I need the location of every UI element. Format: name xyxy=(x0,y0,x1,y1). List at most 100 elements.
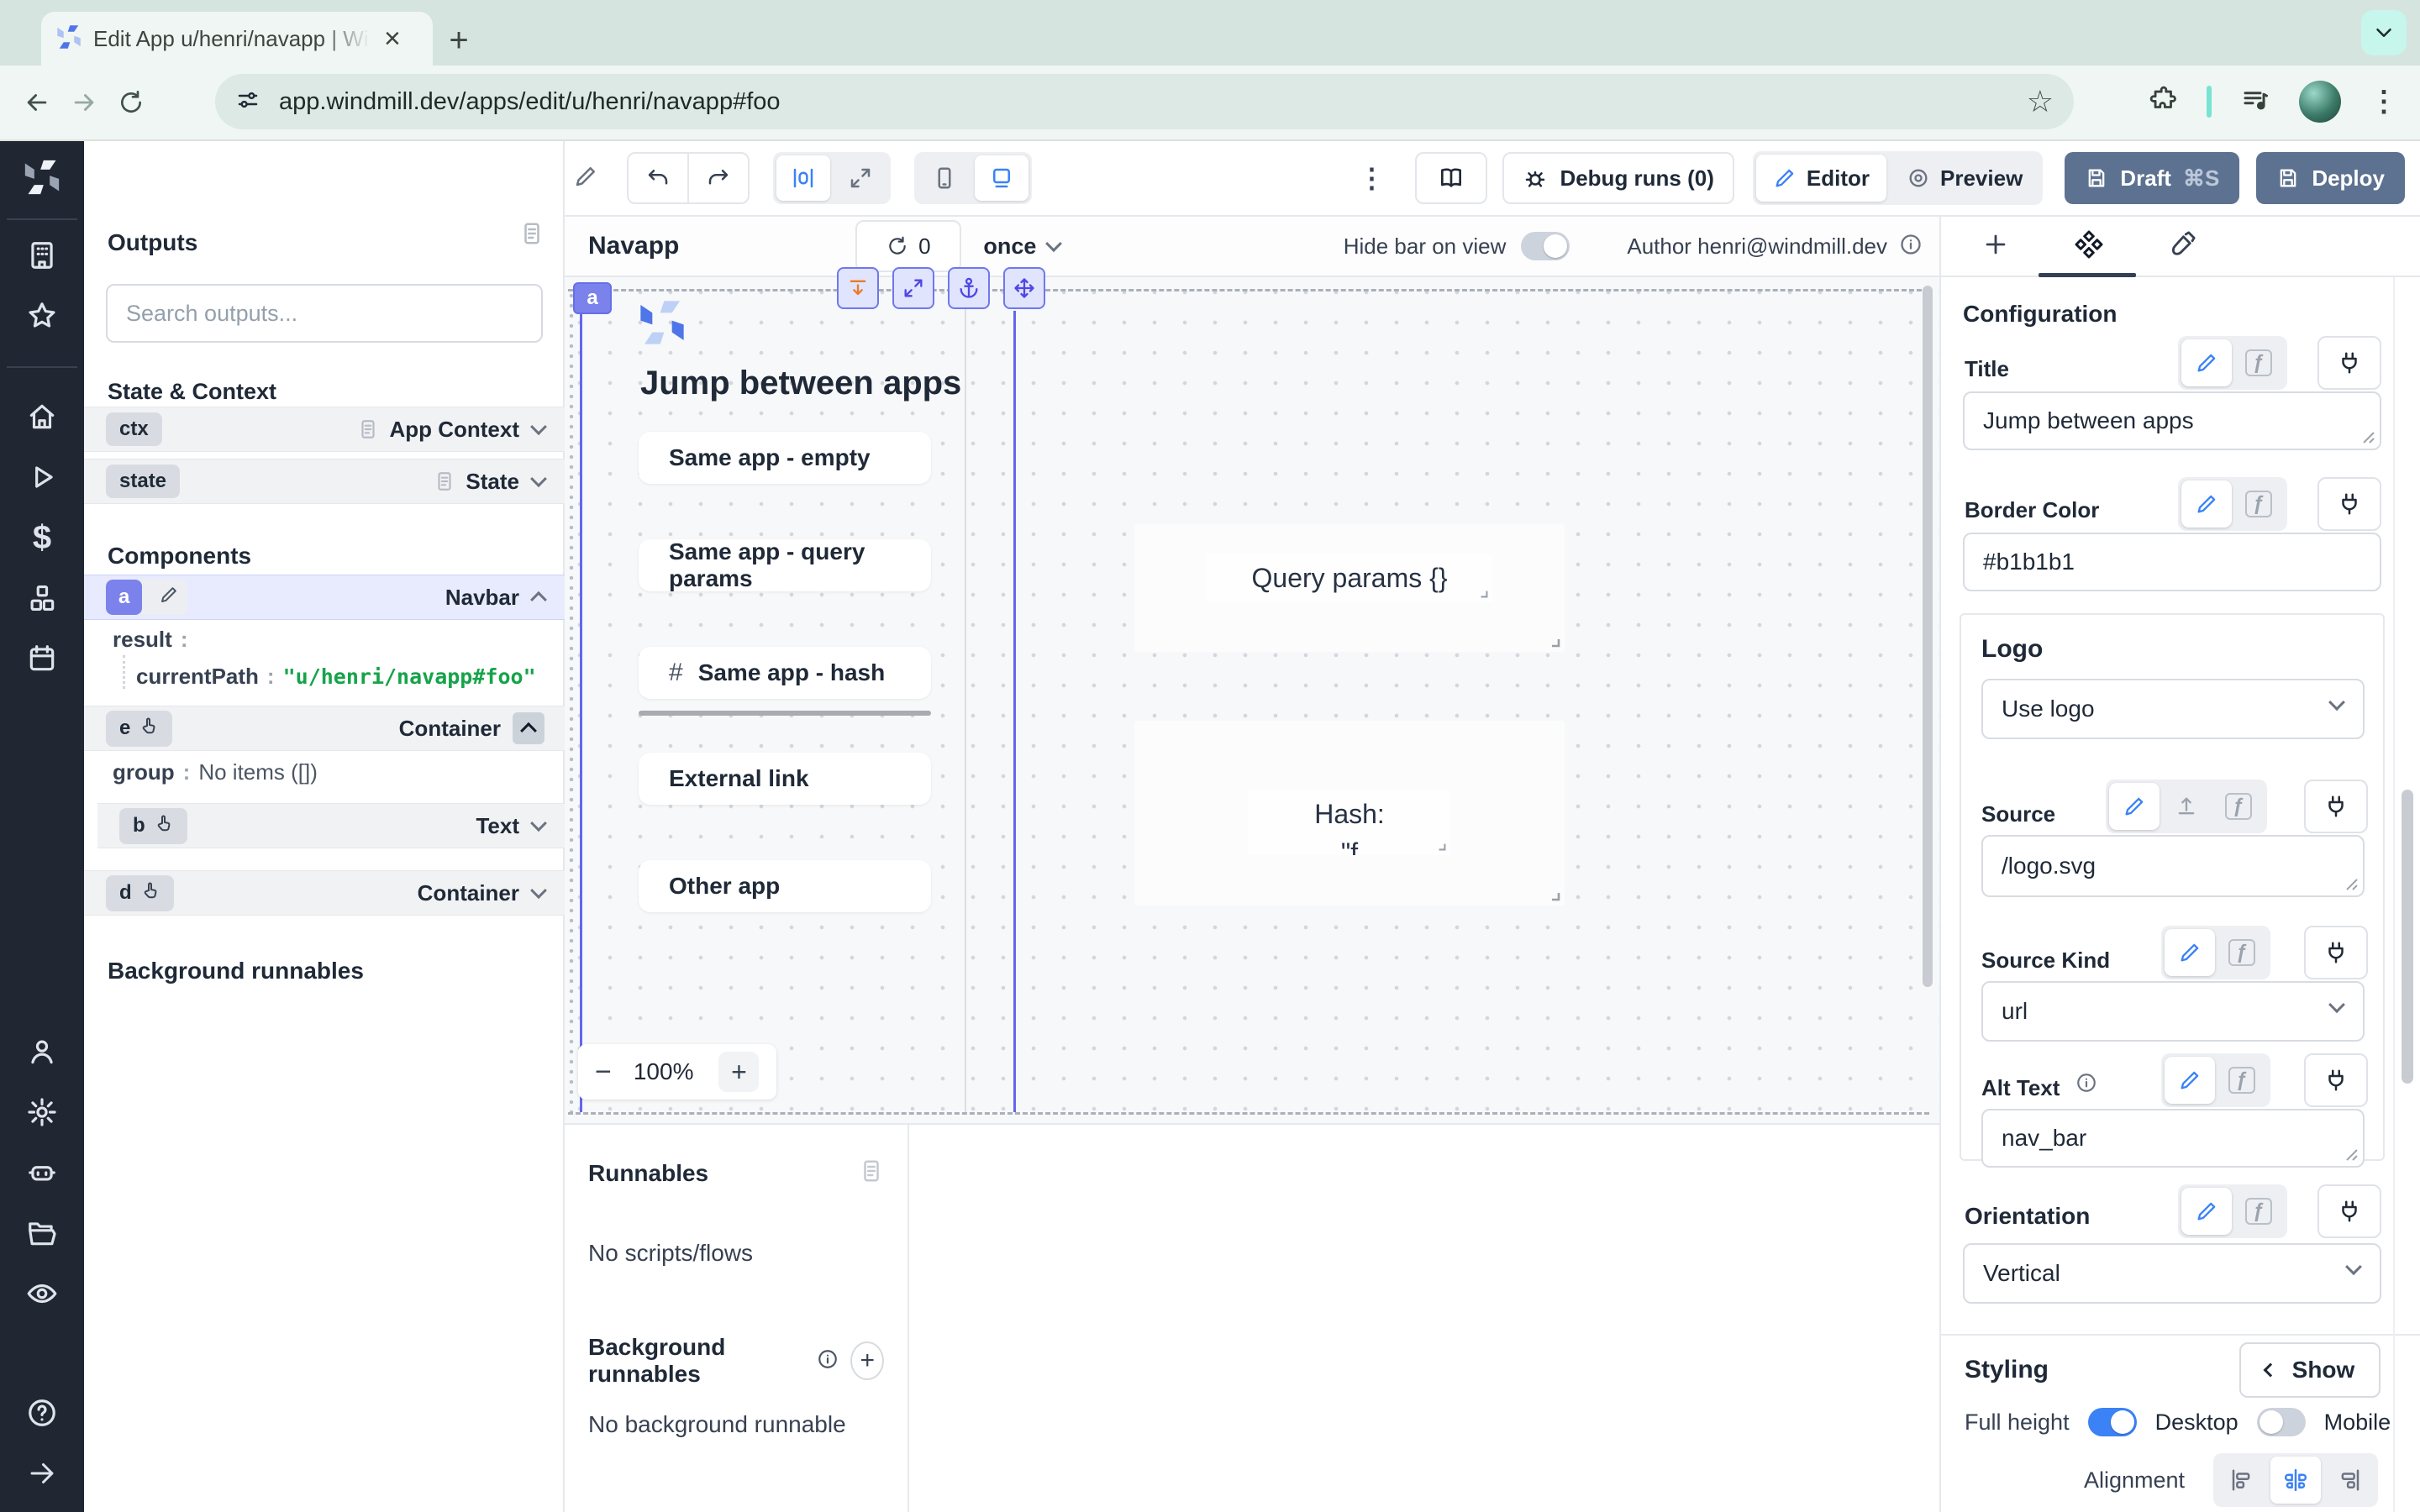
collapse-sidebar-icon[interactable] xyxy=(0,1443,84,1504)
static-pencil-icon[interactable] xyxy=(2165,1057,2215,1104)
editor-tab[interactable]: Editor xyxy=(1756,155,1886,202)
title-input[interactable]: Jump between apps xyxy=(1963,391,2381,450)
mobile-view-toggle[interactable] xyxy=(918,155,971,201)
source-kind-connect-plug-button[interactable] xyxy=(2304,926,2368,979)
windmill-logo-icon[interactable] xyxy=(0,141,84,213)
component-settings-tab[interactable] xyxy=(2074,229,2104,264)
tab-close-icon[interactable]: × xyxy=(384,24,401,53)
fx-icon[interactable]: ƒ xyxy=(2233,1188,2284,1235)
draft-button[interactable]: Draft ⌘S xyxy=(2065,152,2239,204)
styling-show-button[interactable]: Show xyxy=(2239,1342,2381,1398)
search-outputs-input[interactable] xyxy=(106,284,543,343)
align-left-button[interactable] xyxy=(2217,1457,2267,1504)
nav-link-external[interactable]: External link xyxy=(639,753,931,805)
app-canvas[interactable]: a Jump between apps Same app - empty Sam… xyxy=(565,277,1939,1123)
centered-layout-toggle[interactable] xyxy=(776,155,830,201)
debug-runs-button[interactable]: Debug runs (0) xyxy=(1502,152,1733,204)
fx-icon[interactable]: ƒ xyxy=(2213,783,2264,830)
hide-bar-toggle[interactable] xyxy=(1521,232,1570,260)
chevron-down-icon[interactable] xyxy=(530,470,547,487)
sidebar-item-workers[interactable] xyxy=(0,1142,84,1203)
chevron-down-icon[interactable] xyxy=(530,418,547,435)
forward-button[interactable] xyxy=(60,79,108,126)
component-row-text-b[interactable]: b Text xyxy=(97,803,565,848)
orientation-connect-plug-button[interactable] xyxy=(2317,1184,2381,1238)
header-menu-icon[interactable]: ⋮ xyxy=(1358,162,1385,194)
border-connect-plug-button[interactable] xyxy=(2317,477,2381,531)
static-pencil-icon[interactable] xyxy=(2109,783,2160,830)
profile-avatar[interactable] xyxy=(2299,81,2341,123)
orientation-select[interactable]: Vertical xyxy=(1963,1243,2381,1304)
sidebar-item-settings[interactable] xyxy=(0,1082,84,1142)
sidebar-item-runs[interactable] xyxy=(0,447,84,507)
sidebar-item-users[interactable] xyxy=(0,1021,84,1082)
pencil-icon[interactable] xyxy=(150,585,187,611)
browser-menu-icon[interactable]: ⋮ xyxy=(2370,85,2398,118)
alt-connect-plug-button[interactable] xyxy=(2304,1053,2368,1107)
sidebar-item-audit[interactable] xyxy=(0,1263,84,1324)
fx-icon[interactable]: ƒ xyxy=(2217,1057,2267,1104)
component-row-navbar[interactable]: a Navbar xyxy=(84,575,565,620)
query-params-container[interactable]: Query params {} xyxy=(1134,524,1565,652)
sidebar-item-variables[interactable]: $ xyxy=(0,507,84,568)
fx-icon[interactable]: ƒ xyxy=(2217,929,2267,976)
collapse-button[interactable] xyxy=(513,712,544,744)
logo-select[interactable]: Use logo xyxy=(1981,679,2365,739)
full-height-desktop-toggle[interactable] xyxy=(2088,1408,2137,1436)
config-scrollbar[interactable] xyxy=(2402,790,2413,1084)
chevron-down-icon[interactable] xyxy=(530,882,547,899)
tab-search-button[interactable] xyxy=(2361,10,2407,55)
add-background-runnable-button[interactable]: + xyxy=(850,1341,884,1380)
source-connect-plug-button[interactable] xyxy=(2304,780,2368,833)
fullsize-tool[interactable] xyxy=(892,267,934,309)
site-settings-icon[interactable] xyxy=(235,87,260,117)
source-input[interactable]: /logo.svg xyxy=(1981,835,2365,897)
browser-tab[interactable]: Edit App u/henri/navapp | Win × xyxy=(41,12,433,66)
bookmark-star-icon[interactable]: ☆ xyxy=(2027,84,2054,119)
undo-button[interactable] xyxy=(629,154,689,202)
media-controls-icon[interactable] xyxy=(2240,85,2270,119)
fx-icon[interactable]: ƒ xyxy=(2233,480,2284,528)
static-pencil-icon[interactable] xyxy=(2181,480,2232,528)
sidebar-item-workspace[interactable] xyxy=(0,225,84,286)
align-right-button[interactable] xyxy=(2324,1457,2375,1504)
sidebar-item-favorites[interactable] xyxy=(0,286,84,346)
panel-doc-icon[interactable] xyxy=(519,221,544,250)
url-text[interactable]: app.windmill.dev/apps/edit/u/henri/navap… xyxy=(279,88,2008,116)
nav-link-same-empty[interactable]: Same app - empty xyxy=(639,432,931,484)
move-tool[interactable] xyxy=(1003,267,1045,309)
fullscreen-layout-toggle[interactable] xyxy=(834,155,887,201)
styling-brush-tab[interactable] xyxy=(2168,230,2196,263)
panel-doc-icon[interactable] xyxy=(859,1158,884,1188)
info-icon[interactable] xyxy=(1899,233,1923,260)
upload-icon[interactable] xyxy=(2161,783,2212,830)
canvas-scrollbar[interactable] xyxy=(1923,286,1933,987)
static-pencil-icon[interactable] xyxy=(2181,339,2232,386)
new-tab-button[interactable]: + xyxy=(440,22,477,59)
info-icon[interactable] xyxy=(2075,1072,2097,1098)
source-kind-select[interactable]: url xyxy=(1981,981,2365,1042)
component-row-container-d[interactable]: d Container xyxy=(84,870,565,916)
redo-button[interactable] xyxy=(689,154,748,202)
selected-component-tag[interactable]: a xyxy=(573,282,612,314)
zoom-in-button[interactable]: + xyxy=(718,1052,759,1092)
sidebar-item-schedules[interactable] xyxy=(0,628,84,689)
back-button[interactable] xyxy=(13,79,60,126)
output-row-state[interactable]: state State xyxy=(84,459,565,504)
chevron-down-icon[interactable] xyxy=(530,815,547,832)
info-icon[interactable] xyxy=(817,1348,839,1374)
deploy-button[interactable]: Deploy xyxy=(2256,152,2405,204)
sidebar-item-home[interactable] xyxy=(0,386,84,447)
preview-tab[interactable]: Preview xyxy=(1890,155,2039,202)
nav-link-same-hash[interactable]: # Same app - hash xyxy=(639,647,931,699)
static-pencil-icon[interactable] xyxy=(2165,929,2215,976)
expand-down-tool[interactable] xyxy=(837,267,879,309)
alt-text-input[interactable]: nav_bar xyxy=(1981,1109,2365,1168)
anchor-tool[interactable] xyxy=(948,267,990,309)
reload-button[interactable] xyxy=(108,79,155,126)
sidebar-item-folders[interactable] xyxy=(0,1203,84,1263)
static-pencil-icon[interactable] xyxy=(2181,1188,2232,1235)
nav-link-other-app[interactable]: Other app xyxy=(639,860,931,912)
insert-component-tab[interactable] xyxy=(1981,230,2010,263)
fx-icon[interactable]: ƒ xyxy=(2233,339,2284,386)
